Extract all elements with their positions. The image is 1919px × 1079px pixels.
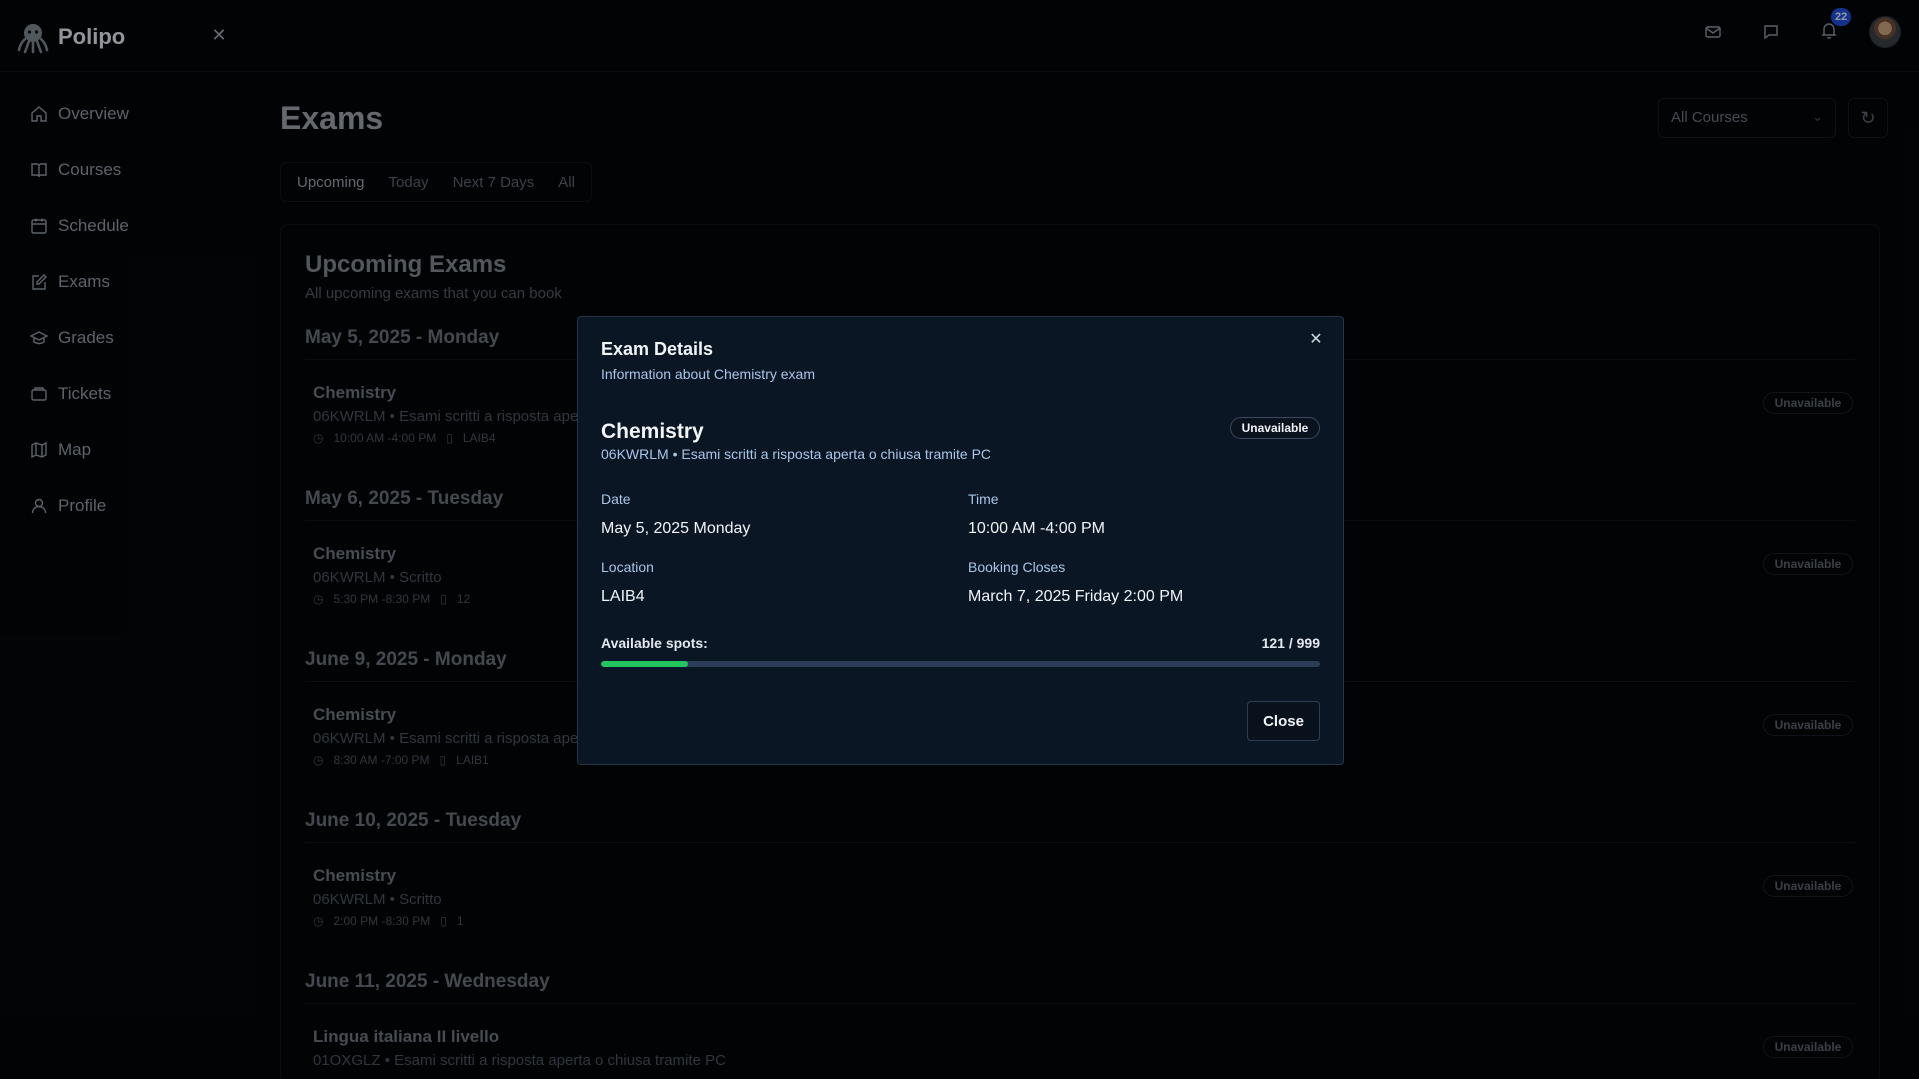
time-value: 10:00 AM -4:00 PM <box>968 520 1105 537</box>
exam-details-dialog: ✕ Exam Details Information about Chemist… <box>577 316 1344 765</box>
status-badge: Unavailable <box>1230 417 1320 439</box>
spots-progress-fill <box>601 661 688 667</box>
time-label: Time <box>968 491 999 507</box>
location-label: Location <box>601 559 654 575</box>
close-icon[interactable]: ✕ <box>1307 331 1325 349</box>
available-spots-label: Available spots: <box>601 635 708 651</box>
available-spots-value: 121 / 999 <box>1261 635 1320 651</box>
location-value: LAIB4 <box>601 588 645 605</box>
spots-progress-bar <box>601 661 1320 667</box>
exam-description: 06KWRLM • Esami scritti a risposta apert… <box>601 446 992 462</box>
dialog-subtitle: Information about Chemistry exam <box>601 366 815 382</box>
close-button[interactable]: Close <box>1247 701 1320 741</box>
date-value: May 5, 2025 Monday <box>601 520 751 537</box>
booking-closes-value: March 7, 2025 Friday 2:00 PM <box>968 588 1184 605</box>
date-label: Date <box>601 491 631 507</box>
exam-name: Chemistry <box>601 420 704 443</box>
booking-closes-label: Booking Closes <box>968 559 1066 575</box>
dialog-title: Exam Details <box>601 339 714 359</box>
